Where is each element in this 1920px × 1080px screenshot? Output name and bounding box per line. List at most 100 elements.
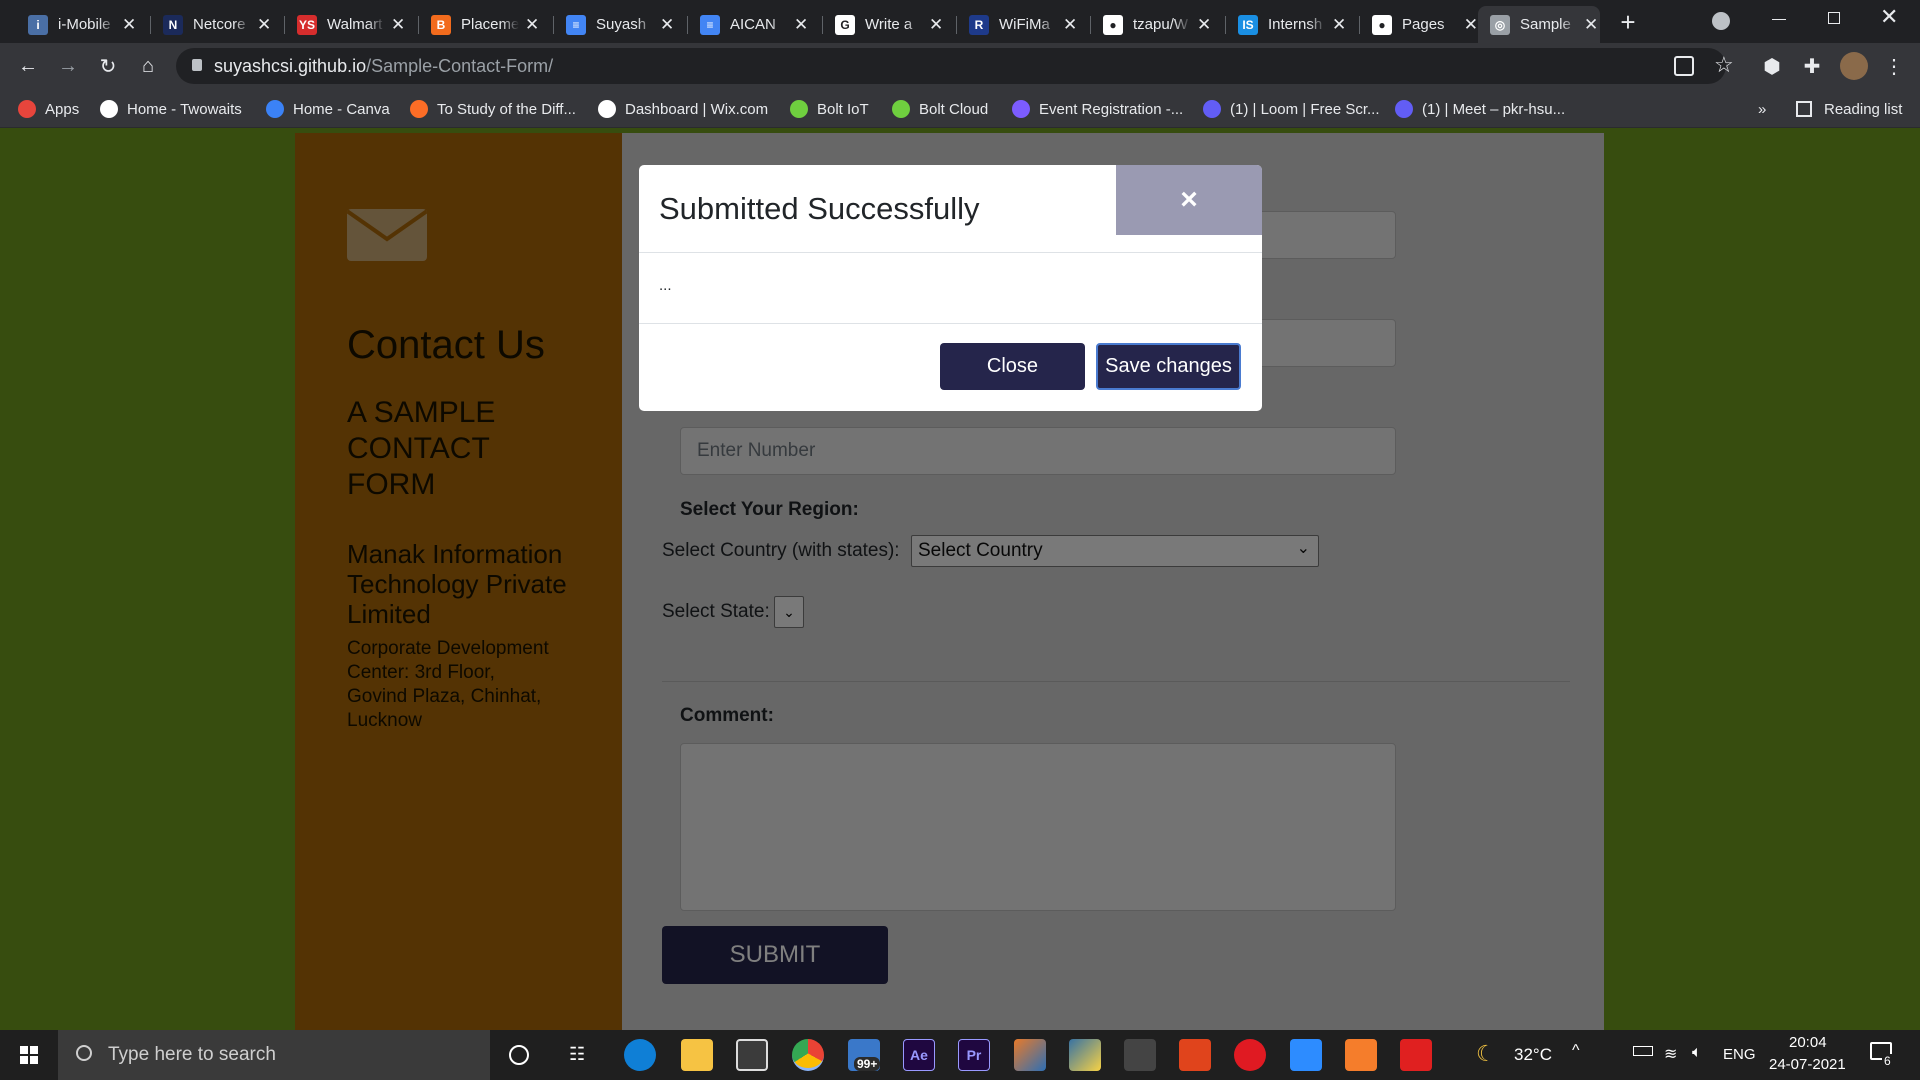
python-icon[interactable]: [1069, 1039, 1101, 1071]
tab-close-icon[interactable]: ✕: [122, 15, 136, 35]
office-icon[interactable]: [1179, 1039, 1211, 1071]
bookmark-favicon-icon: [1012, 100, 1030, 118]
address-bar[interactable]: suyashcsi.github.io/Sample-Contact-Form/…: [176, 48, 1734, 84]
task-view-icon[interactable]: ☷: [569, 1044, 585, 1065]
search-placeholder: Type here to search: [108, 1044, 276, 1065]
modal-close-icon[interactable]: ×: [1116, 165, 1262, 235]
notification-count: 6: [1882, 1054, 1893, 1068]
bookmark-item[interactable]: Dashboard | Wix.com: [598, 97, 768, 121]
mail-icon[interactable]: 99+: [848, 1039, 881, 1071]
forward-icon[interactable]: →: [54, 52, 82, 80]
tab-search-icon[interactable]: [1712, 12, 1730, 30]
reload-icon[interactable]: ↻: [94, 52, 122, 80]
tab-title: Placement: [461, 16, 519, 33]
after-effects-icon[interactable]: Ae: [903, 1039, 935, 1071]
opera-icon[interactable]: [1234, 1039, 1266, 1071]
tab-close-icon[interactable]: ✕: [1063, 15, 1077, 35]
browser-tab[interactable]: ◎ Sample ✕: [1478, 6, 1600, 43]
tab-close-icon[interactable]: ✕: [525, 15, 539, 35]
tab-favicon-icon: i: [28, 14, 48, 35]
menu-icon[interactable]: ⋮: [1880, 52, 1908, 80]
clock-date[interactable]: 24-07-2021: [1769, 1056, 1846, 1073]
zoom-icon[interactable]: [1290, 1039, 1322, 1071]
tab-close-icon[interactable]: ✕: [1197, 15, 1211, 35]
tab-title: Walmart: [327, 16, 383, 33]
bookmark-item[interactable]: Bolt Cloud: [892, 97, 988, 121]
browser-tab[interactable]: R WiFiMa ✕: [957, 6, 1091, 43]
bookmark-item[interactable]: Home - Canva: [266, 97, 390, 121]
url-host: suyashcsi.github.io: [214, 55, 367, 76]
clock-time[interactable]: 20:04: [1789, 1034, 1827, 1051]
bookmark-item[interactable]: Home - Twowaits: [100, 97, 242, 121]
tab-close-icon[interactable]: ✕: [1332, 15, 1346, 35]
bookmark-item[interactable]: Apps: [18, 97, 79, 121]
chrome-icon[interactable]: [792, 1039, 824, 1071]
bookmark-star-icon[interactable]: ☆: [1714, 52, 1734, 78]
taskbar-search[interactable]: Type here to search: [58, 1030, 490, 1080]
tab-close-icon[interactable]: ✕: [391, 15, 405, 35]
tab-close-icon[interactable]: ✕: [1584, 15, 1598, 35]
browser-tab[interactable]: ≡ Suyash ✕: [554, 6, 688, 43]
tab-title: Sample: [1520, 16, 1571, 33]
browser-tab[interactable]: i i-Mobile ✕: [16, 6, 151, 43]
success-modal: Submitted Successfully × ... Close Save …: [639, 165, 1262, 411]
tray-chevron-icon[interactable]: ^: [1572, 1042, 1580, 1060]
acrobat-icon[interactable]: [1400, 1039, 1432, 1071]
xampp-icon[interactable]: [1345, 1039, 1377, 1071]
browser-tab[interactable]: YS Walmart ✕: [285, 6, 419, 43]
tab-close-icon[interactable]: ✕: [929, 15, 943, 35]
file-explorer-icon[interactable]: [681, 1039, 713, 1071]
back-icon[interactable]: ←: [14, 52, 42, 80]
bookmark-favicon-icon: [598, 100, 616, 118]
bookmark-label: (1) | Loom | Free Scr...: [1230, 100, 1380, 118]
premiere-icon[interactable]: Pr: [958, 1039, 990, 1071]
modal-close-button[interactable]: Close: [940, 343, 1085, 390]
windows-start-icon[interactable]: [20, 1046, 38, 1064]
tab-favicon-icon: B: [431, 14, 451, 35]
battery-icon[interactable]: [1633, 1046, 1653, 1056]
translate-icon[interactable]: [1674, 56, 1694, 76]
language-indicator[interactable]: ENG: [1723, 1046, 1756, 1063]
browser-tab[interactable]: ● tzapu/W ✕: [1091, 6, 1226, 43]
tab-close-icon[interactable]: ✕: [660, 15, 674, 35]
browser-toolbar: ← → ↻ ⌂ suyashcsi.github.io/Sample-Conta…: [0, 43, 1920, 89]
save-changes-button[interactable]: Save changes: [1096, 343, 1241, 390]
bookmark-favicon-icon: [1203, 100, 1221, 118]
bookmark-item[interactable]: (1) | Meet – pkr-hsu...: [1395, 97, 1565, 121]
extension-cube-icon[interactable]: ⬢: [1758, 52, 1786, 80]
home-icon[interactable]: ⌂: [134, 52, 162, 80]
browser-tab[interactable]: IS Internsh ✕: [1226, 6, 1360, 43]
store-icon[interactable]: [736, 1039, 768, 1071]
browser-tab[interactable]: N Netcore ✕: [151, 6, 285, 43]
bookmark-item[interactable]: Bolt IoT: [790, 97, 869, 121]
restore-icon[interactable]: [1828, 12, 1840, 24]
tab-title: Suyash: [596, 16, 647, 33]
new-tab-button[interactable]: +: [1612, 6, 1644, 38]
tab-close-icon[interactable]: ✕: [1464, 15, 1478, 35]
bookmark-item[interactable]: (1) | Loom | Free Scr...: [1203, 97, 1380, 121]
minimize-icon[interactable]: [1772, 19, 1786, 20]
bookmark-label: Bolt IoT: [817, 100, 869, 118]
bookmark-item[interactable]: Event Registration -...: [1012, 97, 1183, 121]
bookmark-item[interactable]: To Study of the Diff...: [410, 97, 576, 121]
app-icon[interactable]: [1124, 1039, 1156, 1071]
cortana-icon[interactable]: [509, 1045, 529, 1065]
close-window-icon[interactable]: ✕: [1880, 4, 1898, 30]
edge-icon[interactable]: [624, 1039, 656, 1071]
tab-close-icon[interactable]: ✕: [257, 15, 271, 35]
browser-tab-strip: i i-Mobile ✕ N Netcore ✕ YS Walmart ✕ B Placement ✕…: [0, 0, 1920, 43]
wifi-icon[interactable]: ≋: [1664, 1044, 1677, 1064]
extensions-puzzle-icon[interactable]: ✚: [1798, 52, 1826, 80]
tab-title: AICAN: [730, 16, 776, 33]
volume-icon[interactable]: 🔈︎: [1692, 1044, 1702, 1062]
browser-tab[interactable]: B Placement ✕: [419, 6, 554, 43]
matlab-icon[interactable]: [1014, 1039, 1046, 1071]
tab-close-icon[interactable]: ✕: [794, 15, 808, 35]
browser-tab[interactable]: ● Pages ✕: [1360, 6, 1478, 43]
reading-list-button[interactable]: Reading list: [1796, 97, 1902, 121]
bookmarks-overflow[interactable]: »: [1758, 97, 1766, 121]
modal-header: Submitted Successfully ×: [639, 165, 1262, 253]
browser-tab[interactable]: G Write a ✕: [823, 6, 957, 43]
profile-avatar[interactable]: [1840, 52, 1868, 80]
browser-tab[interactable]: ≡ AICAN ✕: [688, 6, 823, 43]
